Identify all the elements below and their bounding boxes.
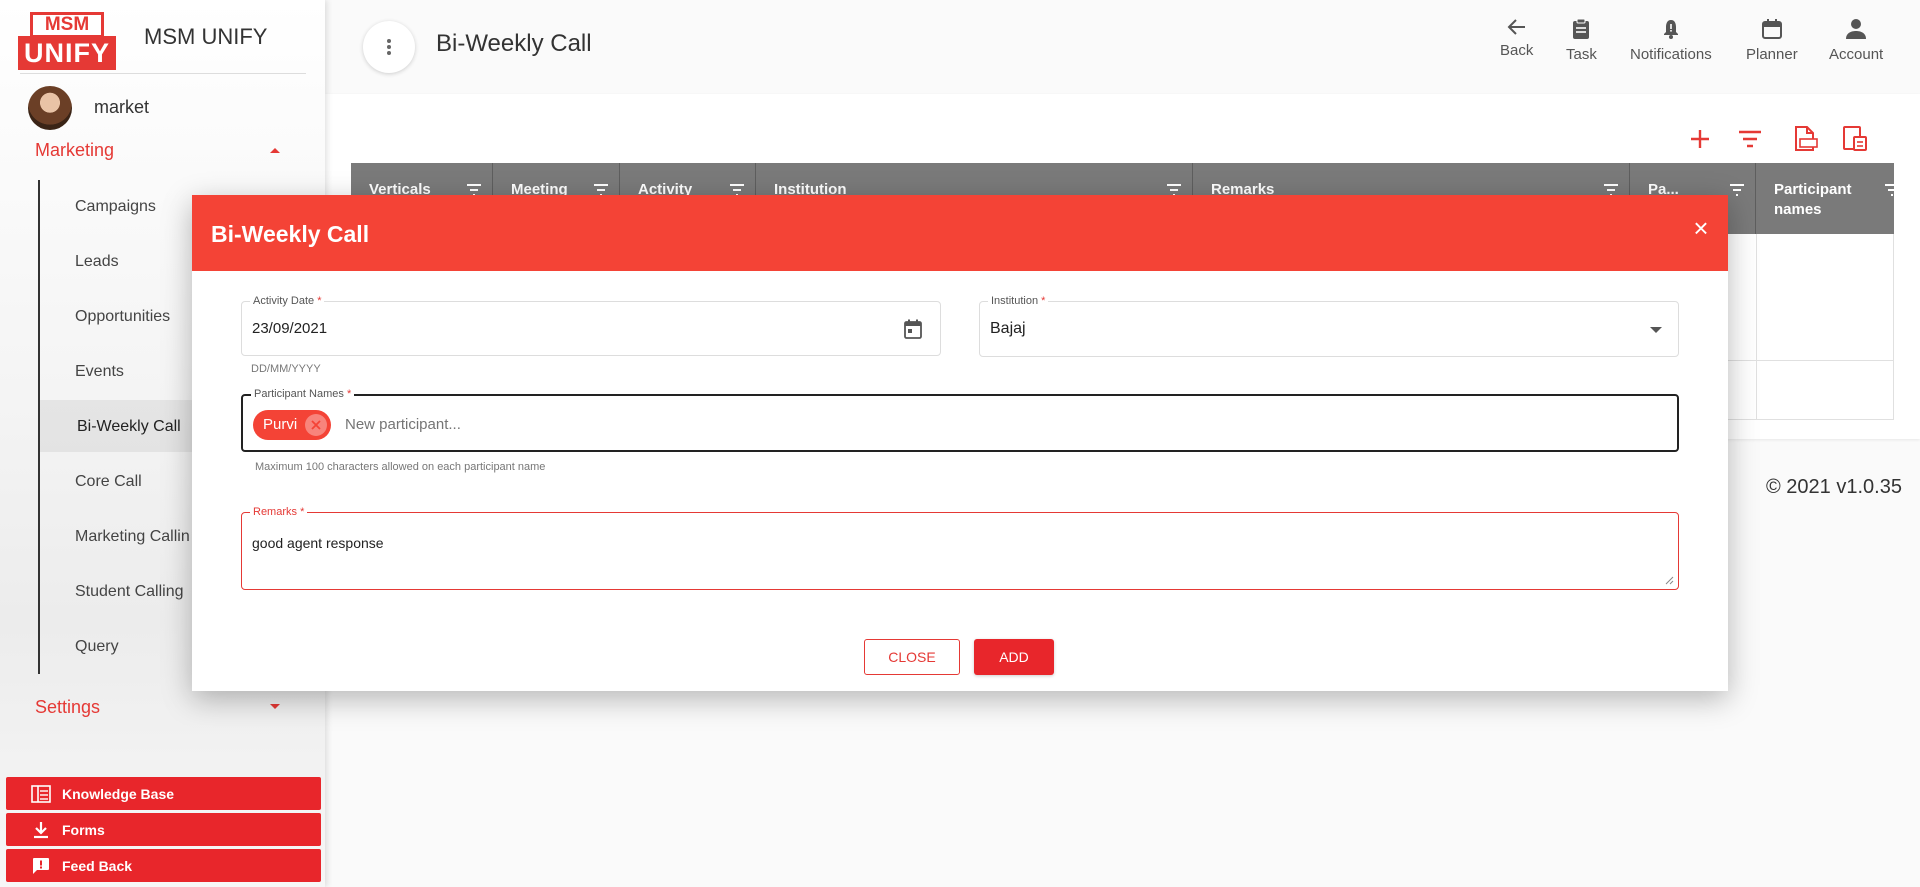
participant-names-label: Participant Names * bbox=[251, 387, 355, 401]
new-participant-input[interactable] bbox=[345, 416, 945, 433]
dialog-header: Bi-Weekly Call × bbox=[192, 195, 1728, 271]
institution-value: Bajaj bbox=[990, 320, 1026, 337]
date-format-hint: DD/MM/YYYY bbox=[251, 363, 321, 375]
resize-handle-icon[interactable] bbox=[1664, 575, 1674, 585]
calendar-icon[interactable] bbox=[904, 319, 922, 344]
close-icon[interactable]: × bbox=[1690, 215, 1712, 241]
remarks-textarea[interactable]: Remarks * good agent response bbox=[241, 505, 1679, 590]
activity-date-field[interactable]: Activity Date * 23/09/2021 bbox=[241, 294, 941, 356]
participant-names-hint: Maximum 100 characters allowed on each p… bbox=[255, 461, 546, 473]
bi-weekly-call-dialog: Bi-Weekly Call × Activity Date * 23/09/2… bbox=[192, 195, 1728, 691]
remarks-label: Remarks * bbox=[250, 505, 308, 519]
activity-date-value[interactable]: 23/09/2021 bbox=[252, 320, 327, 337]
chip-remove-icon[interactable] bbox=[305, 414, 328, 436]
remarks-value[interactable]: good agent response bbox=[252, 535, 384, 551]
close-button[interactable]: CLOSE bbox=[864, 639, 960, 675]
activity-date-label: Activity Date * bbox=[250, 294, 325, 308]
add-button[interactable]: ADD bbox=[974, 639, 1054, 675]
dialog-title: Bi-Weekly Call bbox=[211, 221, 370, 247]
dropdown-arrow-icon[interactable] bbox=[1650, 327, 1662, 333]
institution-label: Institution * bbox=[988, 294, 1049, 308]
participant-names-field[interactable]: Participant Names * Purvi bbox=[241, 387, 1679, 452]
participant-chip[interactable]: Purvi bbox=[253, 410, 332, 440]
institution-select[interactable]: Institution * Bajaj bbox=[979, 294, 1679, 357]
chip-label: Purvi bbox=[263, 416, 298, 433]
